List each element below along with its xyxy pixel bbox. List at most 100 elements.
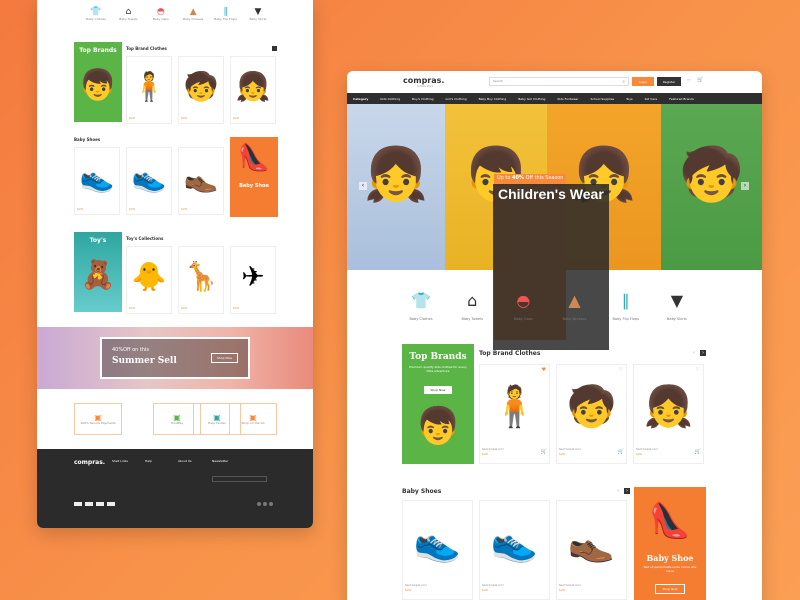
newsletter-input[interactable]	[212, 476, 267, 482]
wishlist-heart-icon[interactable]: ♡	[696, 367, 700, 373]
next-arrow-icon[interactable]: ›	[624, 488, 630, 494]
product-card[interactable]: 🧒 $29	[178, 56, 224, 124]
product-card[interactable]: 👧 ♡ Sed turpis orci $29 🛒	[633, 364, 704, 464]
shop-now-button[interactable]: Shop Now	[655, 584, 685, 594]
mastercard-icon	[85, 502, 93, 506]
summer-sale-banner[interactable]: 40%Off on this Summer Sell Shop Now	[37, 327, 313, 389]
next-arrow-icon[interactable]: ›	[741, 182, 749, 190]
cart-icon[interactable]: 🛒	[541, 449, 547, 455]
product-card[interactable]: 👧 $29	[230, 56, 276, 124]
cap-icon: ◓	[516, 291, 531, 310]
next-arrow-icon[interactable]: ›	[700, 350, 706, 356]
cart-icon[interactable]: 🛒	[695, 449, 701, 455]
section-heading: Toy's Collections	[126, 236, 164, 241]
instagram-icon[interactable]	[269, 502, 273, 506]
category-baby-dresses[interactable]: ▲ Baby Dresses	[553, 291, 597, 321]
nav-item[interactable]: Featured Brands	[669, 97, 694, 101]
nav-category-dropdown[interactable]: Category	[353, 97, 368, 101]
category-baby-skirts[interactable]: ▼ Baby Skirts	[655, 291, 699, 321]
wishlist-icon[interactable]: ♡	[687, 78, 691, 83]
paypal-icon	[96, 502, 104, 506]
product-card[interactable]: 👟 Sed turpis orci $29	[479, 500, 550, 600]
promo-title: Toy's	[89, 237, 107, 244]
product-card[interactable]: 🧍 ♥ Sed turpis orci $29 🛒	[479, 364, 550, 464]
card-icon	[107, 502, 115, 506]
wishlist-heart-icon[interactable]: ♥	[542, 367, 546, 373]
category-baby-flip-flops[interactable]: ∥ Baby Flip Flops	[604, 291, 648, 321]
category-baby-flip-flops[interactable]: ∥ Baby Flip Flops	[212, 7, 240, 22]
left-top-brands-promo[interactable]: Top Brands 👦	[74, 42, 122, 122]
category-baby-caps[interactable]: ◓ Baby Caps	[147, 7, 175, 22]
prev-arrow-icon[interactable]: ‹	[693, 350, 695, 356]
product-image: ✈	[241, 259, 265, 293]
nav-item[interactable]: Kid Care	[645, 97, 658, 101]
search-bar[interactable]: Search ⌕	[489, 77, 629, 86]
cart-icon[interactable]: 🛒	[618, 449, 624, 455]
search-icon[interactable]: ⌕	[622, 79, 625, 85]
category-baby-caps[interactable]: ◓ Baby Caps	[501, 291, 545, 321]
hero-slider[interactable]: 👧 👦 👧 🧒 ‹ › Up to 40% Off this Season Ch…	[347, 104, 762, 350]
category-baby-towels[interactable]: ⌂ Baby Towels	[114, 7, 142, 22]
nav-item[interactable]: Kids Footwear	[557, 97, 578, 101]
prev-arrow-icon[interactable]: ‹	[617, 488, 619, 494]
product-card[interactable]: 👞 $29	[178, 147, 224, 215]
left-footer: compras. Shell Links Help About Us Newsl…	[37, 449, 313, 528]
product-card[interactable]: 👞 Sed turpis orci $29	[556, 500, 627, 600]
category-nav: Category Kids Clothing Boy's Clothing Gi…	[347, 93, 762, 104]
promo-text: Sed ut perspiciatis unde omnis iste natu…	[643, 565, 697, 573]
product-card[interactable]: 👟 $29	[126, 147, 172, 215]
nav-item[interactable]: Girl's Clothing	[446, 97, 467, 101]
section-heading: Top Brand Clothes	[479, 350, 541, 357]
product-card[interactable]: ✈ $29	[230, 246, 276, 314]
category-strip: 👕 Baby Clothes ⌂ Baby Towels ◓ Baby Caps ▲ B…	[82, 7, 272, 22]
product-image: 👧	[643, 383, 694, 430]
search-input[interactable]: Search	[493, 79, 503, 84]
shoe-image: 👟	[413, 519, 462, 564]
banner-line1: 40%Off on this	[112, 347, 150, 353]
product-card[interactable]: 🐥 $29	[126, 246, 172, 314]
nav-item[interactable]: School Supplies	[591, 97, 615, 101]
nav-item[interactable]: Baby Girl Clothing	[518, 97, 545, 101]
nav-item[interactable]: Boy's Clothing	[412, 97, 434, 101]
twitter-icon[interactable]	[263, 502, 267, 506]
dress-icon: ▲	[568, 291, 581, 310]
shoe-image: 👟	[79, 160, 115, 194]
category-baby-clothes[interactable]: 👕 Baby Clothes	[399, 291, 443, 321]
nav-item[interactable]: Kids Clothing	[380, 97, 400, 101]
category-baby-dresses[interactable]: ▲ Baby Dresses	[179, 7, 207, 22]
next-arrow[interactable]	[272, 46, 277, 51]
promo-title: Top Brands	[79, 47, 117, 54]
top-brands-promo[interactable]: Top Brands Premium quality kids clothes …	[402, 344, 474, 464]
shoe-photo: 👠	[648, 501, 692, 541]
left-baby-shoe-promo[interactable]: 👠 Baby Shoe	[230, 137, 278, 217]
product-image: 🦒	[183, 259, 219, 293]
product-card[interactable]: 👟 $29	[74, 147, 120, 215]
right-page-preview: compras. clothes store Search ⌕ Login Re…	[347, 71, 762, 600]
wishlist-heart-icon[interactable]: ♡	[619, 367, 623, 373]
prev-arrow-icon[interactable]: ‹	[359, 182, 367, 190]
footer-col-heading: About Us	[178, 459, 192, 463]
product-card[interactable]: 🦒 $29	[178, 246, 224, 314]
category-baby-skirts[interactable]: ▼ Baby Skirts	[244, 7, 272, 22]
product-image: 🧒	[183, 69, 219, 103]
shop-now-button[interactable]: Shop Now	[424, 386, 452, 394]
cart-icon[interactable]: 🛒	[697, 77, 703, 83]
product-card[interactable]: 👟 Sed turpis orci $29	[402, 500, 473, 600]
baby-shoe-promo[interactable]: 👠 Baby Shoe Sed ut perspiciatis unde omn…	[634, 487, 706, 600]
nav-item[interactable]: Baby Boy Clothing	[479, 97, 507, 101]
logo[interactable]: compras. clothes store	[403, 76, 444, 88]
product-image: 🧍	[489, 383, 540, 430]
hero-title: Children's Wear	[493, 184, 609, 350]
product-image: 🧒	[566, 383, 617, 430]
facebook-icon[interactable]	[257, 502, 261, 506]
login-button[interactable]: Login	[632, 77, 654, 86]
category-baby-clothes[interactable]: 👕 Baby Clothes	[82, 7, 110, 22]
left-page-preview: 👕 Baby Clothes ⌂ Baby Towels ◓ Baby Caps ▲ B…	[37, 0, 313, 528]
product-card[interactable]: 🧒 ♡ Sed turpis orci $29 🛒	[556, 364, 627, 464]
nav-item[interactable]: Toys	[626, 97, 633, 101]
category-baby-towels[interactable]: ⌂ Baby Towels	[450, 291, 494, 321]
register-button[interactable]: Register	[657, 77, 681, 86]
product-card[interactable]: 🧍 $29	[126, 56, 172, 124]
left-toys-promo[interactable]: Toy's 🧸	[74, 232, 122, 312]
shop-now-button[interactable]: Shop Now	[210, 353, 238, 363]
